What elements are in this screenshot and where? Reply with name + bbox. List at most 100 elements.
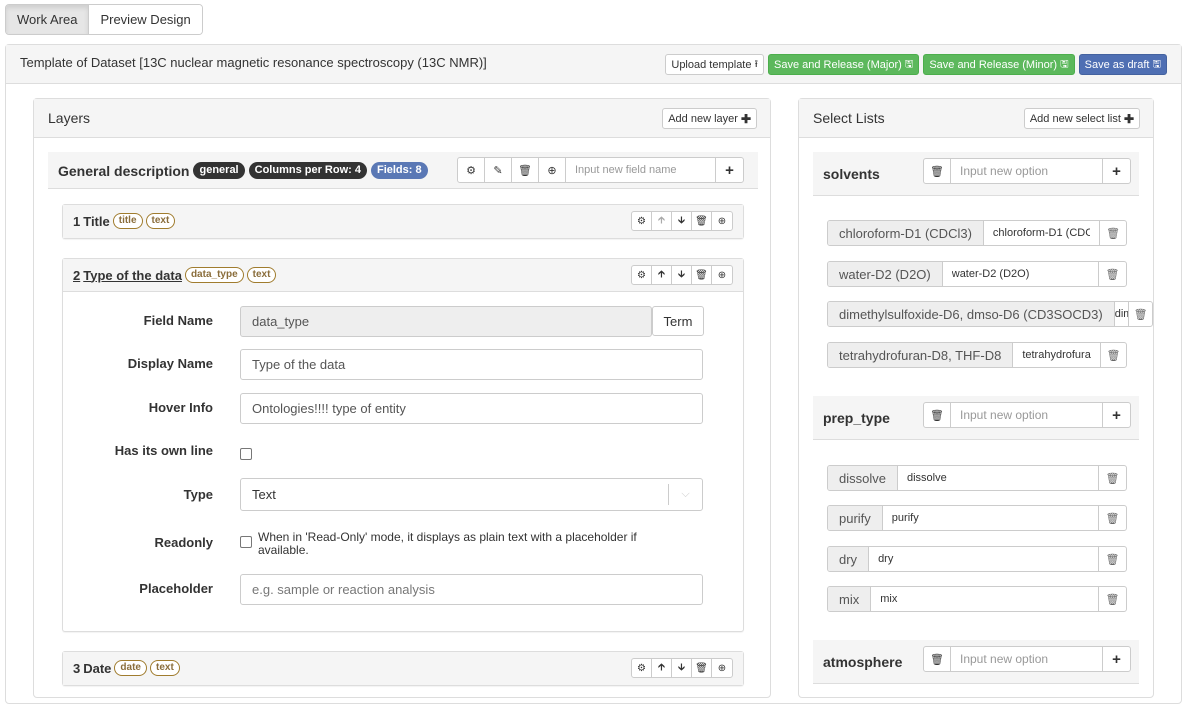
type-select[interactable]: Text ⌵ (240, 478, 703, 511)
upload-template-button[interactable]: Upload template ⭱ (665, 54, 764, 75)
delete-select-list-button[interactable]: 🗑 (924, 159, 951, 183)
field-toolbar: ⚙ 🡱 🡳 🗑 ⊕ (631, 265, 733, 285)
tab-preview-design[interactable]: Preview Design (89, 5, 202, 34)
save-draft-button[interactable]: Save as draft 🖫 (1078, 54, 1167, 75)
option-row: tetrahydrofuran-D8, THF-D8 🗑 (827, 342, 1127, 368)
layer-key-badge: general (193, 162, 245, 179)
new-option-input[interactable] (951, 159, 1103, 183)
option-value-input[interactable] (1013, 343, 1100, 367)
add-option-button[interactable]: + (1103, 647, 1130, 671)
delete-option-button[interactable]: 🗑 (1128, 302, 1152, 326)
template-panel-header: Template of Dataset [13C nuclear magneti… (6, 45, 1181, 84)
readonly-checkbox[interactable] (240, 536, 252, 548)
layer-add-circle-button[interactable]: ⊕ (539, 158, 566, 182)
chevron-down-icon[interactable]: ⌵ (668, 484, 702, 505)
delete-select-list-button[interactable]: 🗑 (924, 403, 951, 427)
option-value-input[interactable] (942, 262, 1098, 286)
field-row-expanded: 2 Type of the data data_type text ⚙ 🡱 🡳 … (62, 258, 744, 632)
trash-icon: 🗑 (1105, 268, 1120, 281)
option-row: dimethylsulfoxide-D6, dmso-D6 (CD3SOCD3)… (827, 301, 1153, 327)
field-name[interactable]: Type of the data (83, 268, 182, 283)
add-option-button[interactable]: + (1103, 403, 1130, 427)
fields-count-badge: Fields: 8 (370, 162, 428, 179)
layer-delete-button[interactable]: 🗑 (512, 158, 539, 182)
move-up-button[interactable]: 🡱 (652, 659, 672, 677)
option-row: water-D2 (D2O) 🗑 (827, 261, 1127, 287)
delete-option-button[interactable]: 🗑 (1099, 343, 1126, 367)
term-button[interactable]: Term (652, 306, 704, 336)
arrow-down-icon: 🡳 (677, 661, 686, 673)
option-value-input[interactable] (871, 587, 1098, 611)
layer-edit-button[interactable]: ✎ (485, 158, 512, 182)
field-settings-button[interactable]: ⚙ (632, 212, 652, 230)
move-down-button[interactable]: 🡳 (672, 266, 692, 284)
field-toolbar: ⚙ 🡱 🡳 🗑 ⊕ (631, 658, 733, 678)
move-down-button[interactable]: 🡳 (672, 212, 692, 230)
readonly-hint: When in 'Read-Only' mode, it displays as… (258, 530, 637, 557)
add-layer-button[interactable]: Add new layer ✚ (662, 108, 757, 129)
field-settings-button[interactable]: ⚙ (632, 659, 652, 677)
delete-option-button[interactable]: 🗑 (1099, 221, 1126, 245)
new-option-input[interactable] (951, 403, 1103, 427)
trash-icon: 🗑 (695, 662, 708, 674)
save-draft-label: Save as draft (1084, 58, 1150, 71)
option-value-input[interactable] (1114, 302, 1129, 326)
field-delete-button[interactable]: 🗑 (692, 659, 712, 677)
add-select-list-button[interactable]: Add new select list ✚ (1023, 108, 1140, 129)
add-option-button[interactable]: + (1103, 159, 1130, 183)
delete-option-button[interactable]: 🗑 (1098, 587, 1126, 611)
plus-icon: + (1112, 162, 1121, 180)
option-row: mix 🗑 (827, 586, 1127, 612)
field-key-tag: title (112, 213, 143, 229)
layer-settings-button[interactable]: ⚙ (458, 158, 485, 182)
trash-icon: 🗑 (1106, 349, 1121, 362)
add-layer-label: Add new layer (668, 112, 738, 125)
new-option-input[interactable] (951, 647, 1103, 671)
delete-select-list-button[interactable]: 🗑 (924, 647, 951, 671)
floppy-disk-icon: 🖫 (904, 58, 914, 70)
option-value-input[interactable] (983, 221, 1100, 245)
delete-option-button[interactable]: 🗑 (1098, 262, 1126, 286)
own-line-checkbox[interactable] (240, 448, 252, 460)
move-down-button[interactable]: 🡳 (672, 659, 692, 677)
display-name-input[interactable]: Type of the data (240, 349, 703, 380)
field-delete-button[interactable]: 🗑 (692, 212, 712, 230)
move-up-button[interactable]: 🡱 (652, 266, 672, 284)
layers-title: Layers (48, 110, 91, 126)
delete-option-button[interactable]: 🗑 (1098, 506, 1126, 530)
field-name-label: Field Name (143, 313, 213, 328)
new-field-name-input[interactable] (566, 158, 716, 182)
save-release-minor-button[interactable]: Save and Release (Minor) 🖫 (923, 54, 1075, 75)
floppy-disk-icon: 🖫 (1060, 58, 1069, 70)
trash-icon: 🗑 (695, 269, 708, 281)
layer-toolbar: ⚙ ✎ 🗑 ⊕ + (457, 157, 744, 183)
option-value-input[interactable] (897, 466, 1098, 490)
view-tabs: Work Area Preview Design (5, 4, 203, 35)
option-value-input[interactable] (882, 506, 1098, 530)
tab-work-area[interactable]: Work Area (6, 5, 90, 34)
trash-icon: 🗑 (695, 215, 708, 227)
field-add-button[interactable]: ⊕ (712, 659, 732, 677)
select-list-header: solvents 🗑 + (813, 152, 1139, 196)
trash-icon: 🗑 (1133, 308, 1148, 321)
field-delete-button[interactable]: 🗑 (692, 266, 712, 284)
field-settings-button[interactable]: ⚙ (632, 266, 652, 284)
trash-icon: 🗑 (1106, 227, 1121, 240)
add-field-button[interactable]: + (716, 158, 743, 182)
template-title: Template of Dataset [13C nuclear magneti… (20, 55, 487, 70)
hover-info-input[interactable]: Ontologies!!!! type of entity (240, 393, 703, 424)
move-up-button[interactable]: 🡱 (652, 212, 672, 230)
save-release-major-button[interactable]: Save and Release (Major) 🖫 (767, 54, 920, 75)
delete-option-button[interactable]: 🗑 (1098, 547, 1126, 571)
select-list-header: atmosphere 🗑 + (813, 640, 1139, 684)
plus-circle-icon: ⊕ (547, 164, 557, 177)
option-value-input[interactable] (869, 547, 1098, 571)
option-row: dry 🗑 (827, 546, 1127, 572)
delete-option-button[interactable]: 🗑 (1098, 466, 1126, 490)
field-add-button[interactable]: ⊕ (712, 212, 732, 230)
save-release-major-label: Save and Release (Major) (773, 58, 902, 71)
plus-icon: + (725, 161, 734, 179)
field-add-button[interactable]: ⊕ (712, 266, 732, 284)
gears-icon: ⚙ (466, 164, 476, 177)
placeholder-input[interactable]: e.g. sample or reaction analysis (240, 574, 703, 605)
